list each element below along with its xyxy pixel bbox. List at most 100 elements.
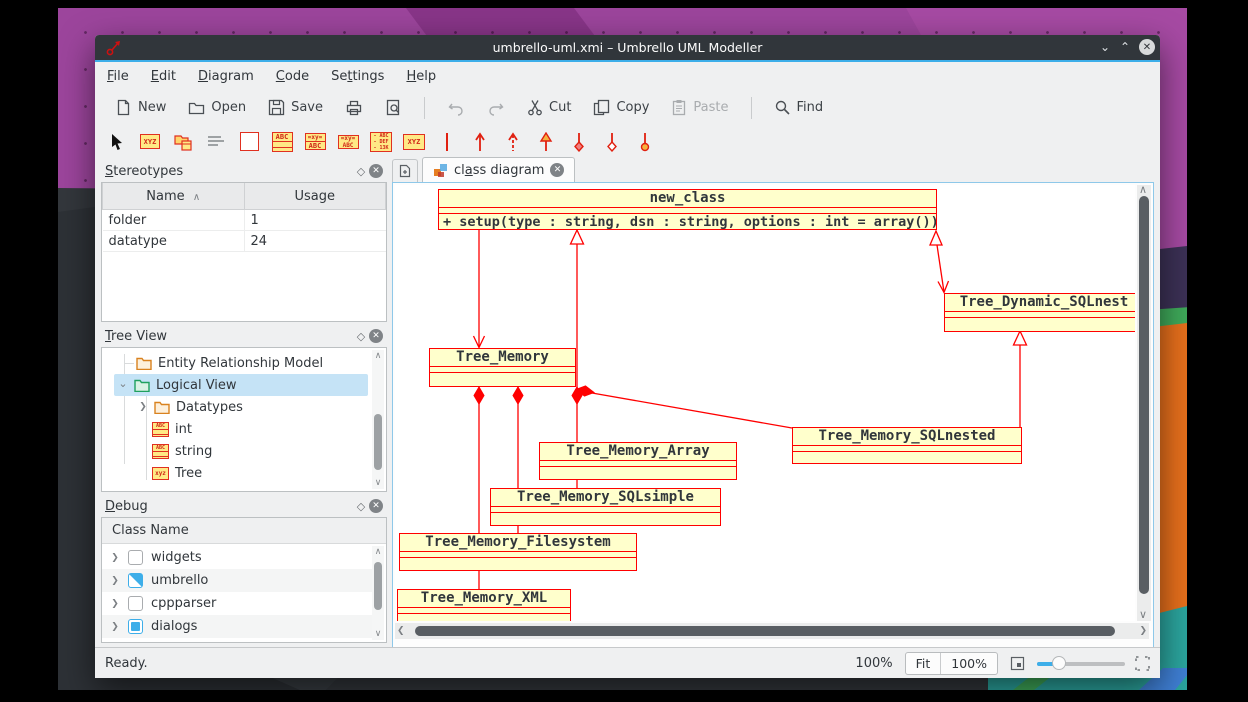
uml-class-tree-memory[interactable]: Tree_Memory xyxy=(429,348,576,387)
select-tool[interactable] xyxy=(105,130,129,154)
expander-expanded-icon[interactable]: ⌄ xyxy=(118,377,128,390)
stereotypes-header-row[interactable]: Name ∧ Usage xyxy=(103,183,386,210)
entity-tool[interactable]: XYZ xyxy=(402,130,426,154)
stereotypes-dock-header[interactable]: Stereotypes ◇ ✕ xyxy=(99,160,389,182)
association-tool[interactable] xyxy=(468,130,492,154)
maximize-button[interactable]: ⌃ xyxy=(1116,38,1134,56)
scroll-left-icon[interactable]: ❮ xyxy=(397,624,405,638)
datatype-tool[interactable]: =xy=ABC xyxy=(336,130,360,154)
tree-view-scrollbar[interactable]: ∧ ∨ xyxy=(372,350,384,489)
menu-file[interactable]: File xyxy=(107,69,129,84)
tree-item-tree[interactable]: xyz Tree xyxy=(152,462,364,484)
slider-handle[interactable] xyxy=(1052,656,1066,670)
close-dock-icon[interactable]: ✕ xyxy=(369,329,383,343)
uml-class-tree-dynamic-sqlnest[interactable]: Tree_Dynamic_SQLnest xyxy=(944,293,1135,332)
zoom-slider[interactable] xyxy=(1037,655,1125,671)
float-dock-icon[interactable]: ◇ xyxy=(353,498,369,514)
line-tool[interactable] xyxy=(435,130,459,154)
interface-tool[interactable]: =xy=ABC xyxy=(303,130,327,154)
menu-settings[interactable]: Settings xyxy=(331,69,384,84)
table-row[interactable]: datatype 24 xyxy=(103,231,386,252)
checkbox-checked[interactable] xyxy=(128,619,143,634)
table-row[interactable]: folder 1 xyxy=(103,210,386,231)
paste-button[interactable]: Paste xyxy=(663,96,736,119)
menu-edit[interactable]: Edit xyxy=(151,69,176,84)
box-tool[interactable] xyxy=(237,130,261,154)
canvas-vertical-scrollbar[interactable]: ∧ ∨ xyxy=(1137,185,1151,621)
expander-collapsed-icon[interactable]: ❯ xyxy=(110,553,120,563)
uml-class-tree-memory-sqlnested[interactable]: Tree_Memory_SQLnested xyxy=(792,427,1022,464)
scroll-down-icon[interactable]: ∨ xyxy=(1139,608,1147,622)
menu-help[interactable]: Help xyxy=(406,69,436,84)
aggregation-tool[interactable] xyxy=(600,130,624,154)
checkbox-unchecked[interactable] xyxy=(128,596,143,611)
expander-collapsed-icon[interactable]: ❯ xyxy=(110,622,120,632)
debug-scrollbar[interactable]: ∧ ∨ xyxy=(372,546,384,640)
debug-header-class-name[interactable]: Class Name xyxy=(102,518,386,544)
generalization-tool[interactable] xyxy=(534,130,558,154)
tab-class-diagram[interactable]: class diagram ✕ xyxy=(422,157,575,182)
minimize-button[interactable]: ⌄ xyxy=(1096,38,1114,56)
class-tool[interactable]: ABC xyxy=(270,130,294,154)
menu-diagram[interactable]: Diagram xyxy=(198,69,254,84)
scrollbar-thumb[interactable] xyxy=(374,562,382,610)
uml-class-tree-memory-array[interactable]: Tree_Memory_Array xyxy=(539,442,737,480)
object-tool[interactable]: XYZ xyxy=(138,130,162,154)
close-button[interactable]: ✕ xyxy=(1139,39,1155,55)
fit-button[interactable]: Fit xyxy=(906,653,941,674)
note-tool[interactable] xyxy=(204,130,228,154)
tree-item-int[interactable]: ABC int xyxy=(152,418,364,440)
close-dock-icon[interactable]: ✕ xyxy=(369,499,383,513)
tree-item-datatypes[interactable]: ❯ Datatypes xyxy=(138,396,364,418)
debug-row-widgets[interactable]: ❯ widgets xyxy=(102,546,372,569)
menu-code[interactable]: Code xyxy=(276,69,309,84)
debug-row-dialogs[interactable]: ❯ dialogs xyxy=(102,615,372,638)
zoom-page-icon[interactable] xyxy=(1010,656,1025,671)
save-button[interactable]: Save xyxy=(260,96,331,119)
fullscreen-icon[interactable] xyxy=(1135,656,1150,671)
float-dock-icon[interactable]: ◇ xyxy=(353,163,369,179)
new-tab-button[interactable] xyxy=(392,159,418,182)
debug-row-cppparser[interactable]: ❯ cppparser xyxy=(102,592,372,615)
canvas-horizontal-scrollbar[interactable]: ❮ ❯ xyxy=(395,623,1149,639)
expander-collapsed-icon[interactable]: ❯ xyxy=(110,599,120,609)
expander-collapsed-icon[interactable]: ❯ xyxy=(138,402,148,412)
print-preview-button[interactable] xyxy=(377,96,410,119)
package-tool[interactable] xyxy=(171,130,195,154)
scroll-down-icon[interactable]: ∨ xyxy=(372,477,384,489)
scrollbar-thumb[interactable] xyxy=(1139,196,1149,594)
open-button[interactable]: Open xyxy=(180,96,254,119)
diagram-viewport[interactable]: new_class + setup(type : string, dsn : s… xyxy=(395,185,1135,621)
containment-tool[interactable] xyxy=(633,130,657,154)
debug-dock-header[interactable]: Debug ◇ ✕ xyxy=(99,495,389,517)
dependency-tool[interactable] xyxy=(501,130,525,154)
scroll-up-icon[interactable]: ∧ xyxy=(372,350,384,362)
close-tab-icon[interactable]: ✕ xyxy=(550,163,564,177)
diagram-canvas[interactable]: new_class + setup(type : string, dsn : s… xyxy=(392,182,1154,648)
checkbox-unchecked[interactable] xyxy=(128,550,143,565)
composition-tool[interactable] xyxy=(567,130,591,154)
scroll-up-icon[interactable]: ∧ xyxy=(1139,183,1147,197)
print-button[interactable] xyxy=(337,96,371,119)
scroll-right-icon[interactable]: ❯ xyxy=(1139,624,1147,638)
find-button[interactable]: Find xyxy=(766,96,832,119)
tree-item-entity-relationship-model[interactable]: Entity Relationship Model xyxy=(124,352,364,374)
copy-button[interactable]: Copy xyxy=(585,96,657,119)
tree-view-dock-header[interactable]: Tree View ◇ ✕ xyxy=(99,325,389,347)
titlebar[interactable]: umbrello-uml.xmi – Umbrello UML Modeller… xyxy=(95,35,1160,60)
scroll-down-icon[interactable]: ∨ xyxy=(372,628,384,640)
new-button[interactable]: New xyxy=(107,96,174,119)
enum-tool[interactable]: - ABC- DEF- 13K xyxy=(369,130,393,154)
scroll-up-icon[interactable]: ∧ xyxy=(372,546,384,558)
checkbox-partial[interactable] xyxy=(128,573,143,588)
scrollbar-thumb[interactable] xyxy=(415,626,1115,636)
uml-class-new-class[interactable]: new_class + setup(type : string, dsn : s… xyxy=(438,189,937,230)
debug-row-umbrello[interactable]: ❯ umbrello xyxy=(102,569,372,592)
expander-collapsed-icon[interactable]: ❯ xyxy=(110,576,120,586)
uml-class-tree-memory-xml[interactable]: Tree_Memory_XML xyxy=(397,589,571,621)
float-dock-icon[interactable]: ◇ xyxy=(353,328,369,344)
close-dock-icon[interactable]: ✕ xyxy=(369,164,383,178)
zoom-100-button[interactable]: 100% xyxy=(940,653,997,674)
redo-button[interactable] xyxy=(479,97,513,119)
scrollbar-thumb[interactable] xyxy=(374,414,382,470)
